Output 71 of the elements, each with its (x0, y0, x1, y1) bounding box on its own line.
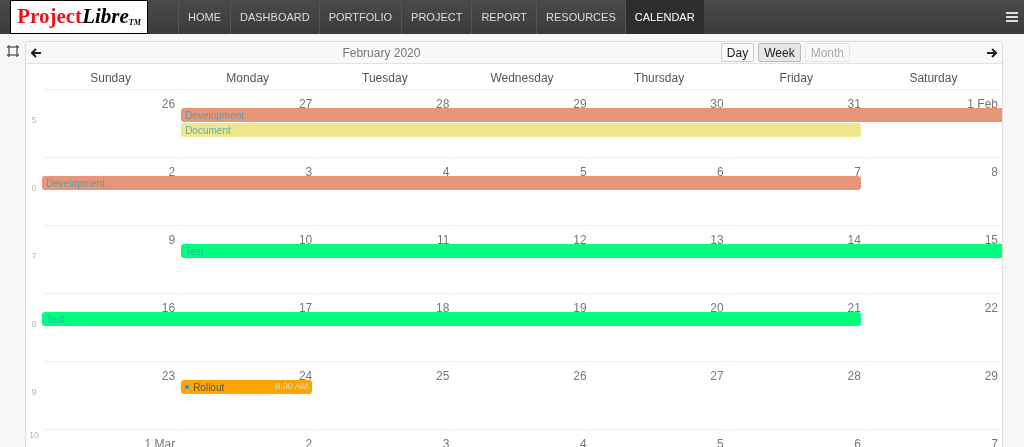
date-number: 26 (161, 97, 176, 111)
event-bar[interactable]: Rollout 8:00 AM (181, 380, 313, 394)
date-number: 11 (436, 233, 450, 247)
event-title: Test (185, 244, 204, 258)
week-number: 7 (31, 250, 37, 264)
date-number: 2 (168, 165, 176, 179)
date-number: 9 (168, 233, 176, 247)
nav-tab[interactable]: RESOURCES (536, 0, 625, 34)
date-number: 4 (442, 165, 450, 179)
date-number: 28 (847, 369, 861, 383)
event-title: Rollout (193, 380, 226, 394)
date-number: 5 (579, 165, 587, 179)
date-number: 27 (710, 369, 724, 383)
date-number: 24 (298, 369, 313, 383)
view-button[interactable]: Week (758, 43, 801, 62)
view-button[interactable]: Day (720, 43, 755, 62)
selection-icon[interactable] (5, 44, 20, 58)
week-number: 6 (31, 182, 37, 196)
event-title: Document (185, 123, 231, 137)
weekday-label: Monday (226, 70, 270, 85)
date-number: 10 (298, 233, 313, 247)
date-number: 15 (984, 233, 998, 247)
weekday-label: Friday (779, 70, 813, 85)
date-number: 21 (847, 301, 861, 315)
date-number: 8 (991, 165, 998, 179)
previous-arrow-icon[interactable] (31, 47, 42, 58)
nav-tab[interactable]: PORTFOLIO (318, 0, 402, 34)
nav-tab[interactable]: REPORT (471, 0, 537, 34)
date-number: 29 (573, 97, 587, 111)
logo: ProjectLibreTM (10, 0, 148, 34)
week-number: 10 (29, 429, 39, 443)
week-number: 5 (31, 114, 37, 128)
week-number: 9 (31, 386, 37, 400)
weekday-label: Sunday (90, 70, 131, 85)
date-number: 28 (436, 97, 450, 111)
date-number: 16 (161, 301, 176, 315)
date-number: 18 (436, 301, 450, 315)
date-number: 3 (305, 165, 313, 179)
nav-tab[interactable]: HOME (178, 0, 230, 34)
date-number: 23 (161, 369, 176, 383)
weekday-label: Saturday (909, 70, 958, 85)
date-number: 6 (717, 165, 724, 179)
date-number: 7 (854, 165, 861, 179)
month-title: February 2020 (342, 44, 421, 62)
event-title: Test (46, 312, 65, 326)
date-number: 20 (710, 301, 724, 315)
event-time: 8:00 AM (275, 380, 309, 394)
weekday-label: Tuesday (362, 70, 408, 85)
weekday-label: Thursday (634, 70, 685, 85)
date-number: 25 (436, 369, 450, 383)
event-title: Development (46, 176, 105, 190)
next-arrow-icon[interactable] (986, 47, 997, 58)
date-number: 14 (847, 233, 861, 247)
nav-tab[interactable]: CALENDAR (624, 0, 704, 34)
date-number: 1 Feb (967, 97, 998, 111)
date-number: 31 (847, 97, 861, 111)
event-title: Development (185, 108, 245, 122)
date-number: 22 (984, 301, 998, 315)
date-number: 13 (710, 233, 724, 247)
date-number: 30 (710, 97, 724, 111)
date-number: 19 (573, 301, 587, 315)
date-number: 27 (298, 97, 313, 111)
date-number: 26 (573, 369, 587, 383)
menu-icon[interactable] (1006, 12, 1018, 22)
weekday-label: Wednesday (490, 70, 554, 85)
nav-tab[interactable]: DASHBOARD (230, 0, 319, 34)
date-number: 12 (573, 233, 587, 247)
nav-tab[interactable]: PROJECT (401, 0, 472, 34)
week-number: 8 (31, 318, 37, 332)
date-number: 17 (298, 301, 313, 315)
date-number: 29 (984, 369, 998, 383)
